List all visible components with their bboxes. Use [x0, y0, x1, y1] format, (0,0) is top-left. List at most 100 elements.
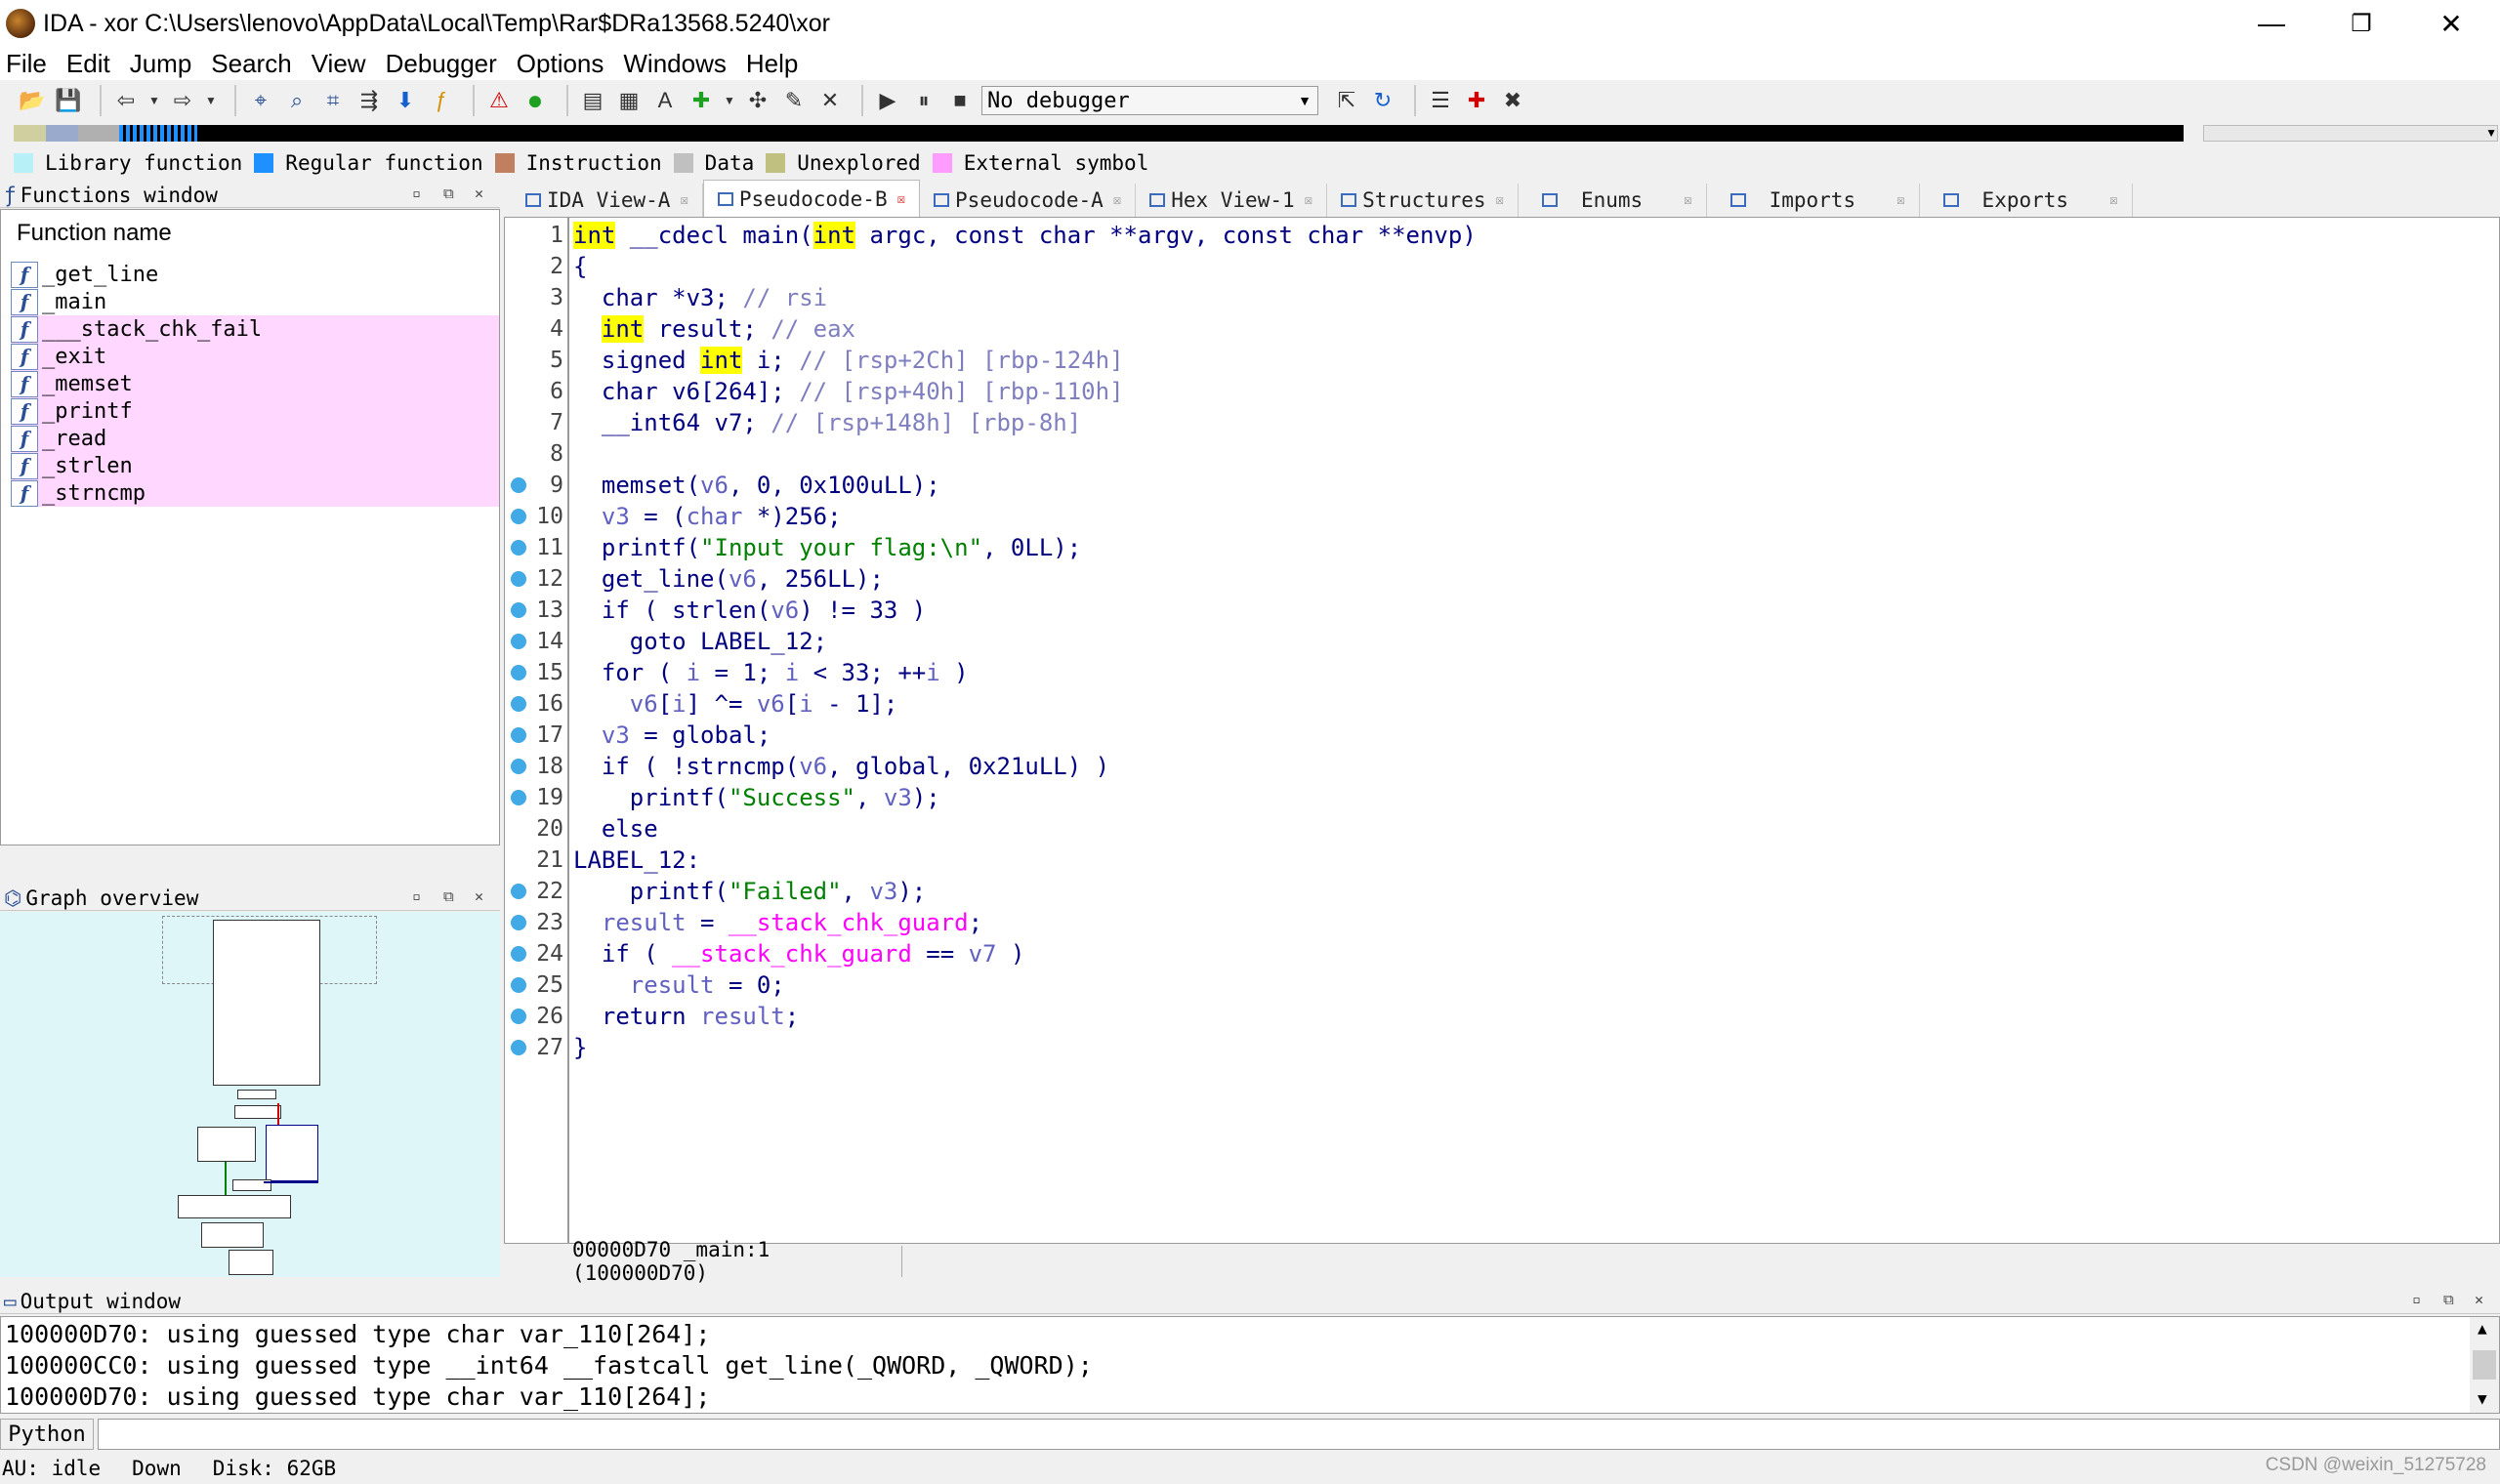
menu-windows[interactable]: Windows — [623, 49, 726, 79]
code-line[interactable]: result = 0; — [573, 969, 785, 1001]
line-gutter[interactable]: 1 2 3 4 5 6 7 8 9 10 11 12 13 14 15 16 17 18 19 20 21 22 23 24 2… — [505, 218, 569, 1243]
tab-close-icon[interactable]: ☒ — [680, 192, 688, 208]
minimize-button[interactable]: — — [2227, 0, 2316, 47]
code-line[interactable]: int __cdecl main(int argc, const char **… — [573, 220, 1477, 251]
menu-jump[interactable]: Jump — [130, 49, 192, 79]
menu-help[interactable]: Help — [746, 49, 798, 79]
panel-close-icon[interactable]: ✕ — [475, 185, 483, 202]
code-line[interactable]: else — [573, 813, 658, 845]
code-icon[interactable]: ▤ — [578, 86, 607, 115]
breakpoint-dot-icon[interactable] — [511, 946, 526, 962]
code-line[interactable]: return result; — [573, 1001, 799, 1032]
search-binary-icon[interactable]: ⌗ — [318, 86, 348, 115]
function-list-item[interactable]: f ___stack_chk_fail — [11, 315, 499, 343]
scroll-up-icon[interactable]: ▲ — [2478, 1319, 2487, 1338]
scrollbar-thumb[interactable] — [2473, 1350, 2496, 1380]
search-next-icon[interactable]: ⇶ — [354, 86, 384, 115]
tab-close-icon[interactable]: ☒ — [1896, 192, 1904, 208]
debugger-select[interactable]: No debugger ▼ — [981, 86, 1318, 115]
attach-icon[interactable]: ⇱ — [1332, 86, 1361, 115]
panel-float-icon[interactable]: ⧉ — [443, 887, 454, 905]
search-text-icon[interactable]: ⌕ — [282, 86, 312, 115]
tab-pseudocode-b[interactable]: Pseudocode-B ☒ — [702, 180, 921, 217]
play-icon[interactable]: ▶ — [873, 86, 902, 115]
code-line[interactable]: result = __stack_chk_guard; — [573, 907, 982, 938]
green-circle-icon[interactable]: ● — [521, 85, 550, 115]
pause-icon[interactable]: ⏸ — [909, 86, 938, 115]
code-line[interactable]: v6[i] ^= v6[i - 1]; — [573, 688, 898, 720]
open-folder-icon[interactable]: 📂 — [18, 86, 47, 115]
function-icon[interactable]: ƒ — [427, 86, 456, 115]
function-list-item[interactable]: f _memset — [11, 370, 499, 397]
tab-enums[interactable]: Enums ☒ — [1518, 184, 1707, 217]
menu-view[interactable]: View — [312, 49, 366, 79]
panel-restore-icon[interactable]: ▫ — [412, 185, 421, 202]
navigation-band[interactable] — [14, 125, 2184, 142]
patch-icon[interactable]: ✎ — [779, 86, 809, 115]
line-number[interactable]: 8 — [505, 438, 567, 470]
line-number[interactable]: 4 — [505, 313, 567, 345]
struct-plus-icon[interactable]: ✚ — [687, 86, 716, 115]
code-line[interactable]: char *v3; // rsi — [573, 282, 827, 313]
output-window[interactable]: 100000D70: using guessed type char var_1… — [0, 1316, 2500, 1414]
data-icon[interactable]: ▦ — [614, 86, 644, 115]
binoculars-icon[interactable]: ⌖ — [246, 86, 275, 115]
tab-close-icon[interactable]: ☒ — [1496, 192, 1504, 208]
panel-close-icon[interactable]: ✕ — [2475, 1291, 2483, 1308]
line-number[interactable]: 21 — [505, 845, 567, 876]
panel-float-icon[interactable]: ⧉ — [443, 185, 454, 202]
python-button[interactable]: Python — [0, 1419, 94, 1450]
breakpoint-dot-icon[interactable] — [511, 696, 526, 712]
breakpoint-dot-icon[interactable] — [511, 477, 526, 493]
refresh-icon[interactable]: ↻ — [1368, 86, 1397, 115]
function-list-item[interactable]: f _exit — [11, 343, 499, 370]
code-line[interactable]: if ( __stack_chk_guard == v7 ) — [573, 938, 1025, 969]
breakpoint-dot-icon[interactable] — [511, 915, 526, 930]
breakpoint-delete-icon[interactable]: ✖ — [1498, 86, 1527, 115]
scroll-down-icon[interactable]: ▼ — [2478, 1389, 2487, 1408]
python-input[interactable] — [98, 1419, 2500, 1450]
function-list-item[interactable]: f _get_line — [11, 261, 499, 288]
struct-dropdown-icon[interactable]: ▼ — [723, 86, 736, 115]
breakpoint-dot-icon[interactable] — [511, 977, 526, 993]
tab-structures[interactable]: Structures ☒ — [1327, 184, 1519, 217]
code-line[interactable]: signed int i; // [rsp+2Ch] [rbp-124h] — [573, 345, 1124, 376]
code-line[interactable]: get_line(v6, 256LL); — [573, 563, 884, 595]
forward-arrow-icon[interactable]: ⇨ — [168, 86, 197, 115]
code-line[interactable]: printf("Input your flag:\n", 0LL); — [573, 532, 1081, 563]
line-number[interactable]: 7 — [505, 407, 567, 438]
back-arrow-icon[interactable]: ⇦ — [111, 86, 141, 115]
breakpoint-dot-icon[interactable] — [511, 1009, 526, 1024]
function-list-item[interactable]: f _read — [11, 425, 499, 452]
code-line[interactable]: goto LABEL_12; — [573, 626, 827, 657]
line-number[interactable]: 6 — [505, 376, 567, 407]
code-line[interactable]: { — [573, 251, 587, 282]
breakpoint-dot-icon[interactable] — [511, 884, 526, 899]
tab-pseudocode-a[interactable]: Pseudocode-A ☒ — [920, 184, 1137, 217]
menu-file[interactable]: File — [6, 49, 47, 79]
undefine-icon[interactable]: ✣ — [743, 86, 772, 115]
code-line[interactable]: LABEL_12: — [573, 845, 700, 876]
stop-icon[interactable]: ■ — [945, 86, 975, 115]
breakpoint-dot-icon[interactable] — [511, 1040, 526, 1055]
code-line[interactable] — [573, 438, 587, 470]
breakpoint-dot-icon[interactable] — [511, 602, 526, 618]
tab-close-icon[interactable]: ☒ — [897, 191, 905, 207]
tab-close-icon[interactable]: ☒ — [2109, 192, 2117, 208]
code-line[interactable]: v3 = global; — [573, 720, 771, 751]
code-line[interactable]: for ( i = 1; i < 33; ++i ) — [573, 657, 969, 688]
panel-close-icon[interactable]: ✕ — [475, 887, 483, 905]
panel-float-icon[interactable]: ⧉ — [2443, 1291, 2454, 1308]
line-number[interactable]: 5 — [505, 345, 567, 376]
menu-edit[interactable]: Edit — [66, 49, 110, 79]
line-number[interactable]: 1 — [505, 220, 567, 251]
breakpoint-dot-icon[interactable] — [511, 790, 526, 805]
menu-debugger[interactable]: Debugger — [386, 49, 497, 79]
code-line[interactable]: if ( !strncmp(v6, global, 0x21uLL) ) — [573, 751, 1109, 782]
code-line[interactable]: __int64 v7; // [rsp+148h] [rbp-8h] — [573, 407, 1081, 438]
tab-exports[interactable]: Exports ☒ — [1919, 184, 2133, 217]
tab-hex-view-1[interactable]: Hex View-1 ☒ — [1136, 184, 1328, 217]
code-line[interactable]: printf("Success", v3); — [573, 782, 940, 813]
function-list-item[interactable]: f _strncmp — [11, 479, 499, 507]
breakpoint-add-icon[interactable]: ✚ — [1462, 86, 1491, 115]
